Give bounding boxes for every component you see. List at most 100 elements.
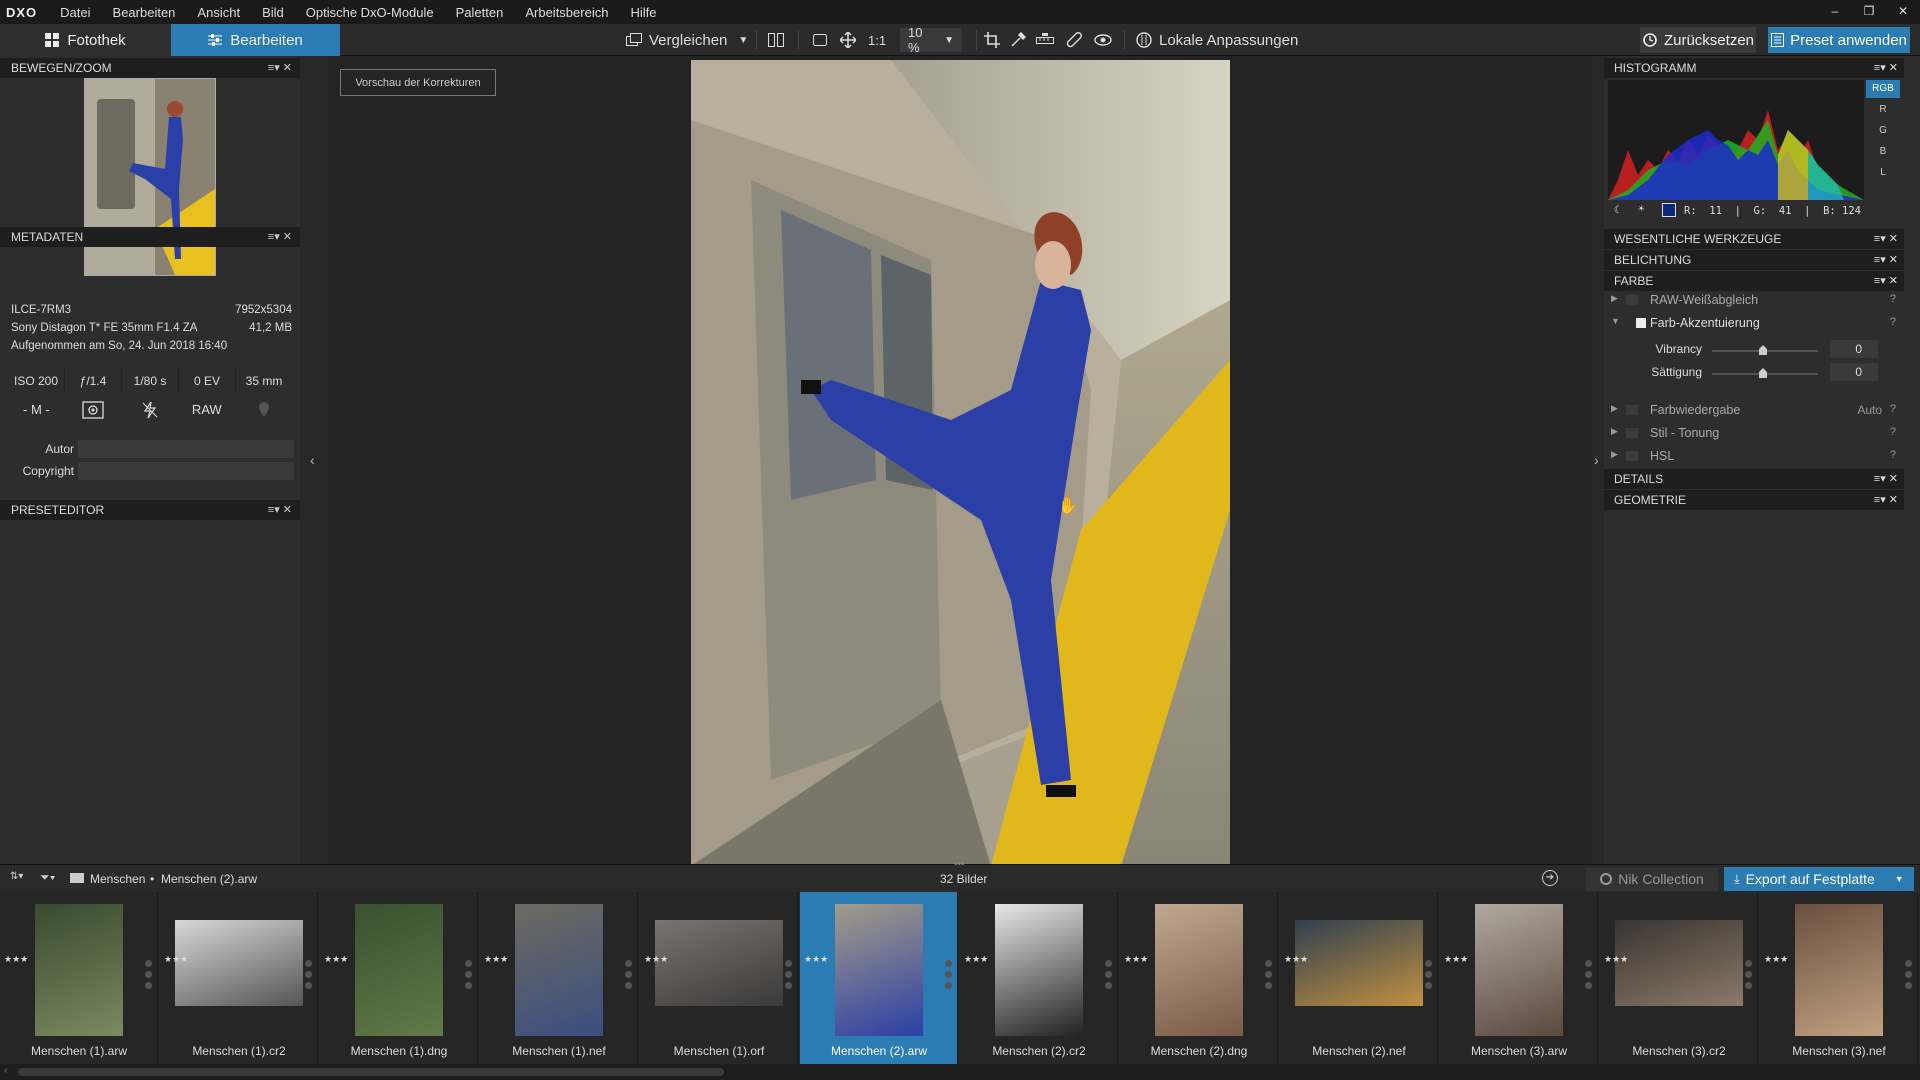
local-adjustments-button[interactable]: Lokale Anpassungen xyxy=(1136,28,1298,52)
vibrancy-input[interactable]: 0 xyxy=(1830,340,1878,358)
rating-stars-icon[interactable]: ★★★ xyxy=(1124,954,1148,965)
right-panel-collapse[interactable]: › xyxy=(1592,56,1604,864)
tab-bearbeiten[interactable]: Bearbeiten xyxy=(171,24,340,56)
menu-bild[interactable]: Bild xyxy=(251,5,295,20)
thumbnail-image[interactable] xyxy=(1475,904,1563,1036)
filmstrip-thumbnail[interactable]: ★★★ Menschen (2).nef xyxy=(1280,892,1438,1064)
preset-editor-header[interactable]: PRESETEDITOR ≡▾ ✕ xyxy=(0,500,300,520)
palette-controls[interactable]: ≡▾ ✕ xyxy=(1874,490,1898,510)
highlights-icon[interactable]: ☀ xyxy=(1638,203,1644,215)
rating-stars-icon[interactable]: ★★★ xyxy=(1444,954,1468,965)
close-window-button[interactable]: ✕ xyxy=(1886,0,1920,24)
rating-stars-icon[interactable]: ★★★ xyxy=(164,954,188,965)
thumbnail-image[interactable] xyxy=(1795,904,1883,1036)
help-icon[interactable]: ? xyxy=(1890,293,1896,305)
saturation-input[interactable]: 0 xyxy=(1830,363,1878,381)
rating-stars-icon[interactable]: ★★★ xyxy=(324,954,348,965)
rating-stars-icon[interactable]: ★★★ xyxy=(964,954,988,965)
menu-hilfe[interactable]: Hilfe xyxy=(619,5,667,20)
scrollbar-thumb[interactable] xyxy=(18,1068,724,1076)
filmstrip-thumbnail[interactable]: ★★★ Menschen (1).dng xyxy=(320,892,478,1064)
rating-stars-icon[interactable]: ★★★ xyxy=(1284,954,1308,965)
chevron-down-icon[interactable]: ▼ xyxy=(738,35,748,46)
author-field[interactable] xyxy=(78,440,294,458)
zoom-1-1-button[interactable]: 1:1 xyxy=(868,28,886,52)
sort-icon[interactable]: ⇅▾ xyxy=(10,871,23,882)
chevron-left-icon[interactable]: ‹ xyxy=(310,452,315,468)
eyedropper-icon[interactable] xyxy=(1010,28,1026,52)
palette-controls[interactable]: ≡▾ ✕ xyxy=(1874,250,1898,270)
raw-white-balance-row[interactable]: ▶ RAW-Weißabgleich ? xyxy=(1604,289,1904,311)
menu-bearbeiten[interactable]: Bearbeiten xyxy=(102,5,187,20)
thumbnail-image[interactable] xyxy=(835,904,923,1036)
rating-stars-icon[interactable]: ★★★ xyxy=(484,954,508,965)
menu-optische-module[interactable]: Optische DxO-Module xyxy=(295,5,445,20)
shadows-icon[interactable]: ☾ xyxy=(1614,204,1620,216)
move-icon[interactable] xyxy=(840,28,856,52)
zoom-select[interactable]: 10 % ▼ xyxy=(900,25,962,55)
thumbnail-image[interactable] xyxy=(1615,920,1743,1006)
filmstrip-thumbnail[interactable]: ★★★ Menschen (2).arw xyxy=(800,892,958,1064)
metadata-header[interactable]: METADATEN ≡▾ ✕ xyxy=(0,227,300,247)
color-accentuation-row[interactable]: ▼ Farb-Akzentuierung ? xyxy=(1604,312,1904,334)
expand-arrow-icon[interactable]: ▶ xyxy=(1611,403,1618,414)
collapse-arrow-icon[interactable]: ▼ xyxy=(1611,316,1620,326)
copyright-field[interactable] xyxy=(78,462,294,480)
channel-l[interactable]: L xyxy=(1866,164,1900,182)
thumbnail-image[interactable] xyxy=(655,920,783,1006)
repair-icon[interactable] xyxy=(1066,28,1082,52)
thumbnail-image[interactable] xyxy=(1155,904,1243,1036)
help-icon[interactable]: ? xyxy=(1890,403,1896,415)
help-icon[interactable]: ? xyxy=(1890,426,1896,438)
thumbnail-image[interactable] xyxy=(355,904,443,1036)
filmstrip-scrollbar[interactable]: ‹ xyxy=(0,1064,1920,1080)
channel-g[interactable]: G xyxy=(1866,122,1900,140)
horizon-icon[interactable] xyxy=(1036,28,1054,52)
thumbnail-image[interactable] xyxy=(995,904,1083,1036)
enable-checkbox[interactable] xyxy=(1626,428,1638,438)
palette-controls[interactable]: ≡▾ ✕ xyxy=(1874,469,1898,489)
palette-controls[interactable]: ≡▾ ✕ xyxy=(268,227,292,247)
filmstrip-thumbnail[interactable]: ★★★ Menschen (3).arw xyxy=(1440,892,1598,1064)
expand-arrow-icon[interactable]: ▶ xyxy=(1611,449,1618,460)
channel-b[interactable]: B xyxy=(1866,143,1900,161)
filter-icon[interactable]: ⏷▾ xyxy=(40,870,55,885)
compare-button[interactable]: Vergleichen ▼ xyxy=(626,28,748,52)
filmstrip-thumbnail[interactable]: ★★★ Menschen (2).dng xyxy=(1120,892,1278,1064)
vibrancy-handle[interactable] xyxy=(1759,345,1767,355)
thumbnail-image[interactable] xyxy=(175,920,303,1006)
exposure-header[interactable]: BELICHTUNG ≡▾ ✕ xyxy=(1604,250,1904,270)
fit-screen-icon[interactable] xyxy=(812,28,828,52)
restore-button[interactable]: ❐ xyxy=(1852,0,1886,24)
tab-fotothek[interactable]: Fotothek xyxy=(0,24,171,56)
saturation-handle[interactable] xyxy=(1759,368,1767,378)
reset-button[interactable]: Zurücksetzen xyxy=(1640,27,1756,53)
expand-arrow-icon[interactable]: ▶ xyxy=(1611,293,1618,304)
thumbnail-image[interactable] xyxy=(35,904,123,1036)
filmstrip-thumbnail[interactable]: ★★★ Menschen (1).arw xyxy=(0,892,158,1064)
menu-paletten[interactable]: Paletten xyxy=(445,5,515,20)
palette-controls[interactable]: ≡▾ ✕ xyxy=(1874,271,1898,291)
enable-checkbox[interactable] xyxy=(1626,295,1638,305)
color-header[interactable]: FARBE ≡▾ ✕ xyxy=(1604,271,1904,291)
rating-stars-icon[interactable]: ★★★ xyxy=(1604,954,1628,965)
filmstrip-thumbnail[interactable]: ★★★ Menschen (3).nef xyxy=(1760,892,1918,1064)
palette-controls[interactable]: ≡▾ ✕ xyxy=(1874,229,1898,249)
rating-stars-icon[interactable]: ★★★ xyxy=(4,954,28,965)
menu-arbeitsbereich[interactable]: Arbeitsbereich xyxy=(514,5,619,20)
filmstrip-thumbnail[interactable]: ★★★ Menschen (1).orf xyxy=(640,892,798,1064)
chevron-down-icon[interactable]: ▼ xyxy=(1895,874,1904,884)
details-header[interactable]: DETAILS ≡▾ ✕ xyxy=(1604,469,1904,489)
enable-checkbox[interactable] xyxy=(1626,451,1638,461)
rating-stars-icon[interactable]: ★★★ xyxy=(804,954,828,965)
help-icon[interactable]: ? xyxy=(1890,449,1896,461)
main-photo[interactable] xyxy=(691,60,1230,866)
split-view-icon[interactable] xyxy=(768,28,784,52)
palette-controls[interactable]: ≡▾ ✕ xyxy=(268,500,292,520)
preview-corrections-button[interactable]: Vorschau der Korrekturen xyxy=(340,69,496,96)
channel-rgb[interactable]: RGB xyxy=(1866,80,1900,98)
thumbnail-image[interactable] xyxy=(515,904,603,1036)
apply-preset-button[interactable]: Preset anwenden xyxy=(1768,27,1910,53)
enable-checkbox[interactable] xyxy=(1636,318,1646,328)
rating-stars-icon[interactable]: ★★★ xyxy=(644,954,668,965)
